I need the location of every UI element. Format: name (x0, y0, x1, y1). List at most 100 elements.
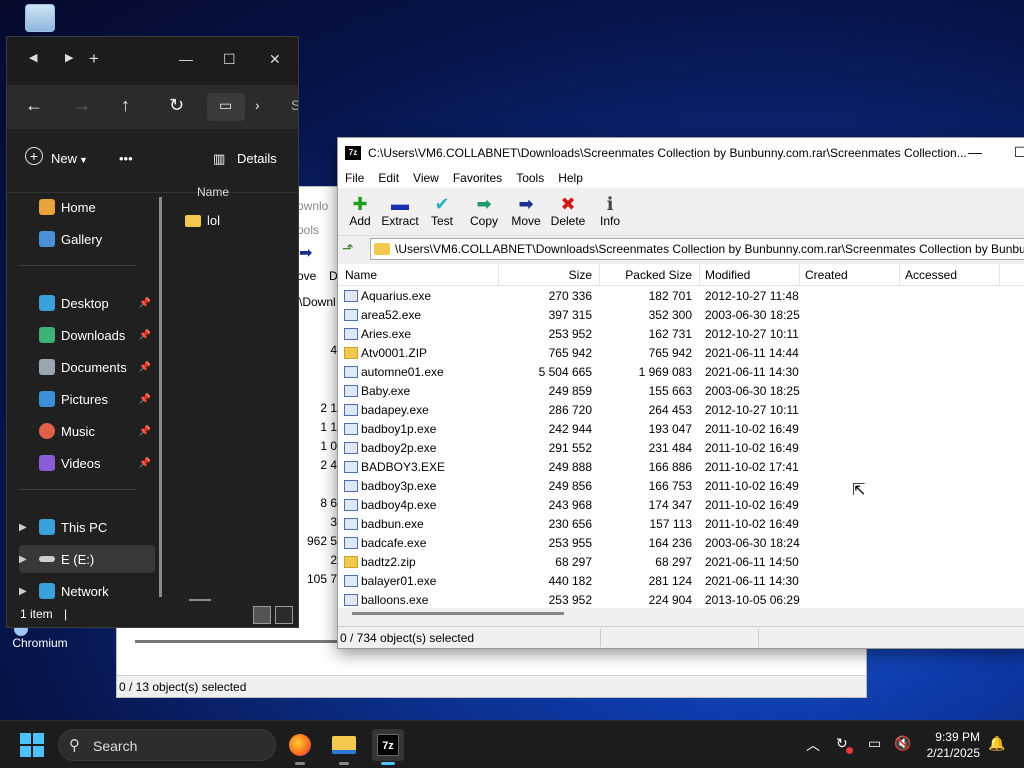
column-header-packed-size[interactable]: Packed Size (625, 268, 692, 282)
sidebar-item-this-pc[interactable]: ▶ This PC (19, 513, 155, 541)
more-options-button[interactable]: ••• (119, 151, 133, 166)
volume-muted-icon[interactable]: 🔇 (894, 735, 911, 752)
sidebar-item-documents[interactable]: Documents 📌 (19, 353, 155, 381)
column-header-modified[interactable]: Modified (705, 268, 750, 282)
table-row[interactable]: automne01.exe 5 504 665 1 969 083 2021-06-1… (338, 362, 1024, 381)
column-separator[interactable] (899, 264, 900, 286)
menu-view[interactable]: View (406, 168, 446, 188)
firefox-taskbar-button[interactable] (284, 729, 316, 765)
table-row[interactable]: badapey.exe 286 720 264 453 2012-10-27 10:1… (338, 400, 1024, 419)
expand-chevron-icon[interactable]: ▶ (19, 554, 27, 565)
show-hidden-icons-chevron-icon[interactable]: ︿ (806, 735, 820, 755)
new-chevron-icon[interactable]: ▼ (79, 155, 88, 165)
table-row[interactable]: badboy4p.exe 243 968 174 347 2011-10-02 16:… (338, 495, 1024, 514)
sidebar-item-gallery[interactable]: Gallery (19, 225, 155, 253)
taskbar-search-box[interactable]: ⚲ Search (58, 729, 276, 761)
expand-chevron-icon[interactable]: ▶ (19, 522, 27, 533)
expand-chevron-icon[interactable]: ▶ (19, 586, 27, 597)
7zip-taskbar-button[interactable]: 7z (372, 729, 404, 765)
column-separator[interactable] (498, 264, 499, 286)
table-row[interactable]: Aries.exe 253 952 162 731 2012-10-27 10:11 (338, 324, 1024, 343)
table-row[interactable]: BADBOY3.EXE 249 888 166 886 2011-10-02 17:4… (338, 457, 1024, 476)
new-plus-icon[interactable]: + (25, 147, 43, 165)
table-row[interactable]: badboy2p.exe 291 552 231 484 2011-10-02 16:… (338, 438, 1024, 457)
table-row[interactable]: Baby.exe 249 859 155 663 2003-06-30 18:25 (338, 381, 1024, 400)
menu-help[interactable]: Help (551, 168, 590, 188)
up-folder-icon[interactable]: ⬏ (342, 240, 364, 258)
sidebar-item-videos[interactable]: Videos 📌 (19, 449, 155, 477)
this-pc-nav-icon[interactable]: ▭ (207, 93, 245, 121)
test-button[interactable]: ✔ Test (420, 194, 464, 228)
details-pane-icon[interactable]: ▥ (213, 151, 225, 167)
info-button[interactable]: ℹ Info (588, 194, 632, 228)
column-header-size[interactable]: Size (569, 268, 592, 282)
horizontal-scroll-thumb[interactable] (189, 599, 211, 601)
table-row[interactable]: Atv0001.ZIP 765 942 765 942 2021-06-11 14:4… (338, 343, 1024, 362)
table-row[interactable]: badtz2.zip 68 297 68 297 2021-06-11 14:50 (338, 552, 1024, 571)
table-row[interactable]: balayer01.exe 440 182 281 124 2021-06-11 14… (338, 571, 1024, 590)
menu-tools[interactable]: Tools (509, 168, 551, 188)
menu-file[interactable]: File (338, 168, 371, 188)
details-button[interactable]: Details (237, 151, 277, 166)
maximize-icon[interactable]: ☐ (1014, 144, 1024, 161)
sidebar-item-drive-e[interactable]: ▶ E (E:) (19, 545, 155, 573)
column-separator[interactable] (799, 264, 800, 286)
back-icon[interactable]: ← (25, 95, 43, 116)
sidebar-item-network[interactable]: ▶ Network (19, 577, 155, 605)
tiles-view-button[interactable] (275, 606, 293, 624)
sidebar-item-pictures[interactable]: Pictures 📌 (19, 385, 155, 413)
move-button[interactable]: ➡ Move (504, 194, 548, 228)
tab-scroll-right-icon[interactable]: ▶ (65, 51, 73, 64)
new-tab-icon[interactable]: + (89, 49, 99, 69)
forward-icon[interactable]: → (73, 95, 91, 116)
new-button[interactable]: New (51, 151, 77, 166)
maximize-icon[interactable]: ☐ (223, 51, 236, 68)
table-row[interactable]: Aquarius.exe 270 336 182 701 2012-10-27 11:… (338, 286, 1024, 305)
cell-packed-size: 162 731 (648, 327, 692, 341)
navigation-scrollbar[interactable] (159, 197, 162, 597)
file-explorer-taskbar-button[interactable] (328, 729, 360, 765)
column-header-created[interactable]: Created (805, 268, 848, 282)
start-button[interactable] (20, 733, 44, 757)
notification-bell-icon[interactable]: 🔔 (988, 735, 1005, 752)
list-horizontal-scrollbar[interactable] (352, 612, 564, 615)
tab-scroll-left-icon[interactable]: ◀ (29, 51, 37, 64)
add-button[interactable]: ✚ Add (338, 194, 382, 228)
column-header-name[interactable]: Name (197, 185, 229, 199)
minimize-icon[interactable]: — (179, 51, 193, 67)
sidebar-item-home[interactable]: Home (19, 193, 155, 221)
menu-favorites[interactable]: Favorites (446, 168, 509, 188)
sidebar-item-music[interactable]: Music 📌 (19, 417, 155, 445)
extract-button[interactable]: ▬ Extract (378, 194, 422, 228)
sidebar-item-downloads[interactable]: Downloads 📌 (19, 321, 155, 349)
column-separator[interactable] (999, 264, 1000, 286)
7zip-file-manager-window[interactable]: 7z C:\Users\VM6.COLLABNET\Downloads\Scre… (337, 137, 1024, 649)
address-partial[interactable]: S (291, 97, 298, 113)
table-row[interactable]: badbun.exe 230 656 157 113 2011-10-02 16:49 (338, 514, 1024, 533)
sidebar-item-desktop[interactable]: Desktop 📌 (19, 289, 155, 317)
details-view-button[interactable] (253, 606, 271, 624)
file-explorer-window[interactable]: ◀ ▶ + — ☐ ✕ ← → ↑ ↻ ▭ › S + New ▼ ••• ▥ … (6, 36, 299, 628)
taskbar-clock[interactable]: 9:39 PM 2/21/2025 (927, 729, 980, 761)
delete-button[interactable]: ✖ Delete (546, 194, 590, 228)
list-item[interactable]: lol (185, 213, 220, 228)
column-separator[interactable] (599, 264, 600, 286)
column-separator[interactable] (699, 264, 700, 286)
table-row[interactable]: badboy1p.exe 242 944 193 047 2011-10-02 16:… (338, 419, 1024, 438)
minimize-icon[interactable]: — (968, 144, 982, 160)
table-row[interactable]: area52.exe 397 315 352 300 2003-06-30 18:25 (338, 305, 1024, 324)
breadcrumb-chevron-icon[interactable]: › (255, 97, 260, 113)
menu-edit[interactable]: Edit (371, 168, 406, 188)
table-row[interactable]: badboy3p.exe 249 856 166 753 2011-10-02 16:… (338, 476, 1024, 495)
close-icon[interactable]: ✕ (269, 51, 281, 68)
column-header-name[interactable]: Name (345, 268, 377, 282)
column-header-accessed[interactable]: Accessed (905, 268, 957, 282)
copy-button[interactable]: ➡ Copy (462, 194, 506, 228)
table-row[interactable]: balloons.exe 253 952 224 904 2013-10-05 06:… (338, 590, 1024, 608)
table-row[interactable]: badcafe.exe 253 955 164 236 2003-06-30 18:2… (338, 533, 1024, 552)
network-status-icon[interactable]: ▭ (868, 735, 881, 752)
address-field[interactable]: \Users\VM6.COLLABNET\Downloads\Screenmat… (370, 238, 1024, 260)
refresh-icon[interactable]: ↻ (169, 95, 184, 116)
recycle-bin-desktop-icon[interactable] (18, 4, 62, 36)
up-icon[interactable]: ↑ (121, 95, 130, 116)
